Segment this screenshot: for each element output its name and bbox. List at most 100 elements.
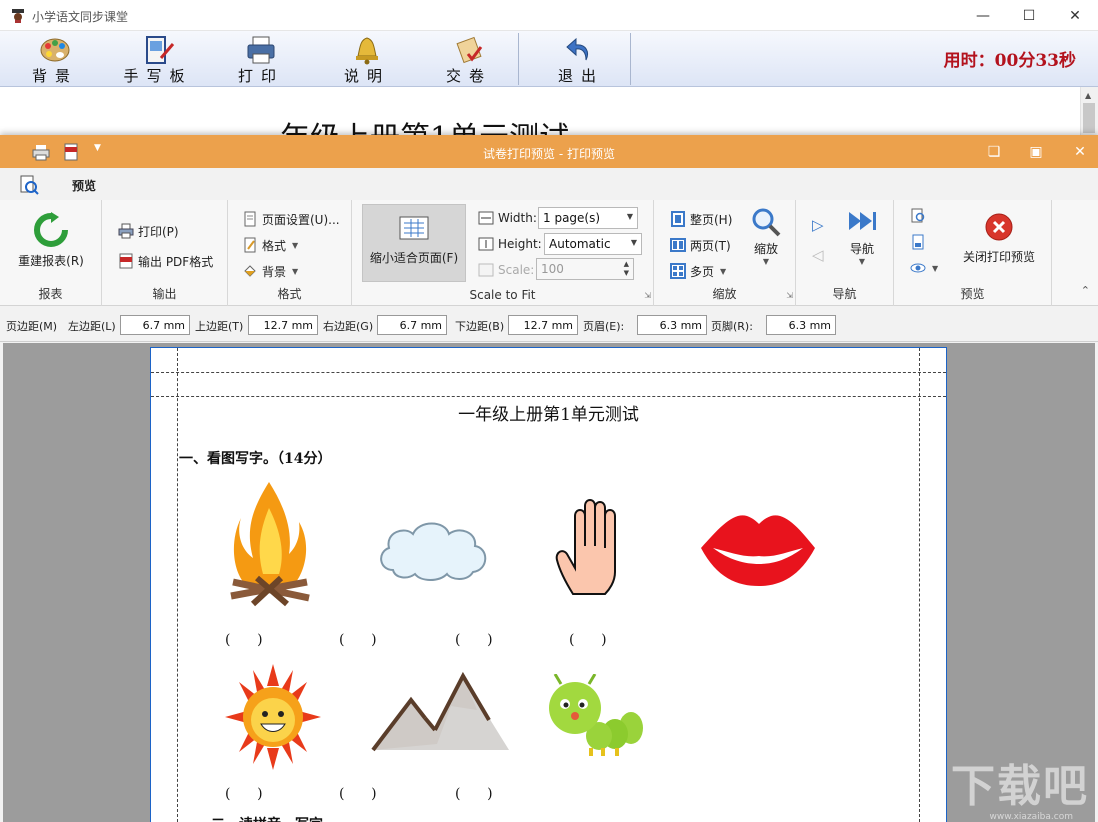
bottom-margin-input[interactable]: 12.7 mm	[508, 315, 578, 335]
fit-page-icon	[399, 215, 429, 241]
export-pdf-button[interactable]: 输出 PDF格式	[118, 250, 213, 272]
format-icon	[242, 237, 258, 253]
footer-margin-input[interactable]: 6.3 mm	[766, 315, 836, 335]
left-margin-label: 左边距(L)	[68, 318, 116, 334]
maximize-button[interactable]: ☐	[1006, 0, 1052, 31]
fire-picture	[223, 478, 315, 610]
file-menu-icon[interactable]	[18, 174, 40, 196]
exit-button[interactable]: 退出	[546, 31, 616, 87]
preview-close-button[interactable]: ✕	[1058, 135, 1098, 168]
chevron-down-icon: ▼	[720, 267, 726, 276]
instructions-button[interactable]: 说明	[332, 31, 402, 87]
find-icon[interactable]	[910, 208, 926, 228]
margins-label: 页边距(M)	[6, 318, 57, 334]
height-pages-select[interactable]: Automatic ▼	[544, 233, 642, 255]
preview-restore-button[interactable]: ❏	[972, 135, 1016, 168]
group-navigation: ▷ ◁ 导航 ▼ 导航	[796, 200, 894, 306]
group-format: 页面设置(U)... 格式 ▼ 背景 ▼ 格式	[228, 200, 352, 306]
top-margin-input[interactable]: 12.7 mm	[248, 315, 318, 335]
answer-blank: ( )	[339, 786, 377, 802]
caterpillar-picture	[547, 674, 647, 758]
submit-label: 交卷	[446, 65, 492, 86]
navigation-button[interactable]: 导航 ▼	[842, 208, 882, 266]
previous-page-icon[interactable]: ◁	[812, 246, 824, 264]
spin-up-icon[interactable]: ▲	[624, 260, 629, 268]
print-button[interactable]: 打印	[226, 31, 296, 87]
answer-blank: ( )	[225, 786, 263, 802]
zoom-button[interactable]: 缩放 ▼	[746, 206, 786, 266]
rebuild-report-button[interactable]: 重建报表(R)	[10, 212, 92, 269]
bottom-margin-label: 下边距(B)	[455, 318, 504, 334]
width-pages-select[interactable]: 1 page(s) ▼	[538, 207, 638, 229]
chevron-down-icon: ▼	[859, 257, 865, 266]
dialog-launcher-icon[interactable]: ⇲	[786, 291, 793, 300]
scroll-thumb[interactable]	[1083, 103, 1095, 133]
close-preview-button[interactable]: 关闭打印预览	[956, 212, 1042, 265]
scale-percent-spinner[interactable]: 100 ▲ ▼	[536, 258, 634, 280]
app-logo-icon	[10, 7, 26, 23]
close-button[interactable]: ✕	[1052, 0, 1098, 31]
handwriting-board-label: 手写板	[123, 65, 192, 86]
header-margin-label: 页眉(E):	[583, 318, 624, 334]
top-margin-guide	[151, 396, 946, 397]
elapsed-timer: 用时：00分33秒	[944, 46, 1076, 71]
scroll-up-icon[interactable]: ▲	[1085, 91, 1091, 100]
answer-blank: ( )	[225, 632, 263, 648]
rebuild-report-label: 重建报表(R)	[18, 252, 84, 269]
toolbar-separator	[518, 33, 519, 85]
pdf-icon	[118, 253, 134, 269]
dialog-launcher-icon[interactable]: ⇲	[644, 291, 651, 300]
handwriting-board-button[interactable]: 手写板	[118, 31, 198, 87]
right-margin-input[interactable]: 6.7 mm	[377, 315, 447, 335]
header-guide	[151, 372, 946, 373]
spin-down-icon[interactable]: ▼	[624, 269, 629, 277]
view-options-dropdown[interactable]: ▼	[910, 260, 938, 276]
single-page-icon	[670, 211, 686, 227]
page-setup-button[interactable]: 页面设置(U)...	[242, 208, 340, 230]
thumbnails-icon[interactable]	[910, 234, 926, 254]
submit-button[interactable]: 交卷	[434, 31, 504, 87]
sun-picture	[223, 662, 323, 772]
preview-maximize-button[interactable]: ▣	[1014, 135, 1058, 168]
group-output-label: 输出	[102, 285, 227, 302]
print-label: 打印	[238, 65, 284, 86]
preview-document-area[interactable]: 一年级上册第1单元测试 一、看图写字。（14分）	[3, 343, 1095, 822]
background-button[interactable]: 背景	[20, 31, 90, 87]
answer-blank: ( )	[569, 632, 607, 648]
collapse-ribbon-icon[interactable]: ⌃	[1081, 284, 1090, 297]
tab-preview[interactable]: 预览	[64, 177, 104, 202]
multi-page-dropdown[interactable]: 多页 ▼	[670, 260, 726, 282]
next-page-icon[interactable]: ▷	[812, 216, 824, 234]
export-pdf-label: 输出 PDF格式	[138, 253, 213, 270]
minimize-button[interactable]: —	[960, 0, 1006, 31]
answer-blank: ( )	[455, 786, 493, 802]
height-icon	[478, 237, 494, 251]
width-icon	[478, 211, 494, 225]
left-margin-input[interactable]: 6.7 mm	[120, 315, 190, 335]
app-scrollbar[interactable]: ▲	[1080, 87, 1098, 135]
app-title: 小学语文同步课堂	[32, 8, 128, 25]
page-setup-icon	[242, 211, 258, 227]
magnifier-icon	[750, 206, 782, 238]
background-dropdown[interactable]: 背景 ▼	[242, 260, 298, 282]
exit-label: 退出	[558, 65, 604, 86]
whole-page-button[interactable]: 整页(H)	[670, 208, 732, 230]
fit-to-page-label: 缩小适合页面(F)	[370, 249, 458, 266]
group-output: 打印(P) 输出 PDF格式 输出	[102, 200, 228, 306]
refresh-icon	[33, 212, 69, 248]
ribbon: 重建报表(R) 报表 打印(P) 输出 PDF格式 输	[0, 200, 1098, 306]
fit-to-page-button[interactable]: 缩小适合页面(F)	[362, 204, 466, 282]
group-zoom: 整页(H) 两页(T) 多页 ▼ 缩放 ▼	[654, 200, 796, 306]
close-circle-icon	[984, 212, 1014, 242]
scale-field-label: Scale:	[478, 263, 534, 277]
print-p-button[interactable]: 打印(P)	[118, 220, 179, 242]
group-scale-label: Scale to Fit	[352, 288, 653, 302]
header-margin-input[interactable]: 6.3 mm	[637, 315, 707, 335]
preview-titlebar: ▼ 试卷打印预览 - 打印预览 ❏ ▣ ✕	[0, 135, 1098, 168]
eye-icon	[910, 260, 926, 276]
watermark-url: www.xiazaiba.com	[989, 812, 1073, 822]
format-dropdown[interactable]: 格式 ▼	[242, 234, 298, 256]
chevron-down-icon: ▼	[627, 212, 633, 221]
height-field-label: Height:	[478, 237, 542, 251]
two-pages-button[interactable]: 两页(T)	[670, 234, 731, 256]
